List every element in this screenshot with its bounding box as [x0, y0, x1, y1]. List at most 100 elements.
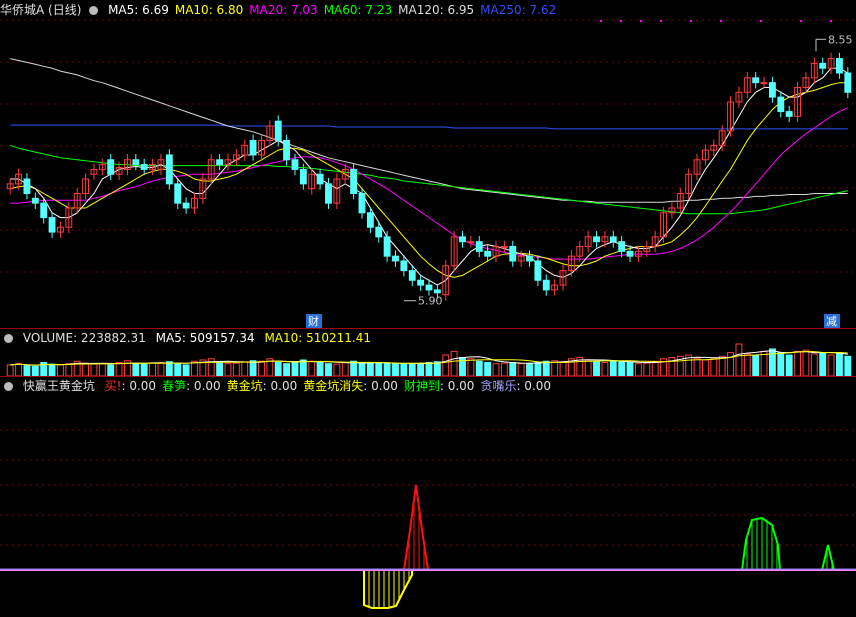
candle-down [40, 202, 48, 219]
stock-chart-canvas: 8.55 5.90 财 减 [0, 19, 856, 609]
volume-bar [777, 352, 785, 377]
candle-down [132, 159, 140, 166]
spring-shoot-area [741, 516, 781, 571]
indicator-item-label: 黄金坑消失 [303, 379, 364, 393]
volume-bar [475, 360, 483, 377]
volume-bar [425, 361, 433, 377]
volume-bar [157, 361, 165, 377]
volume-bar [810, 353, 818, 377]
candle-down [526, 255, 533, 262]
candle-down [140, 164, 148, 170]
volume-bar [258, 360, 265, 377]
candle-down [836, 58, 843, 74]
candle-down [593, 236, 600, 243]
volume-bar [701, 359, 709, 377]
candle-down [768, 82, 776, 98]
indicator-name[interactable]: 快赢王黄金坑 [23, 379, 95, 393]
candle-down [366, 212, 374, 228]
volume-bar [274, 361, 282, 377]
candle-up [760, 82, 768, 85]
ma-label: MA10: 6.80 [174, 3, 244, 17]
volume-bar [509, 361, 517, 377]
volume-bar [626, 361, 634, 377]
settings-circle-icon[interactable] [89, 6, 99, 15]
volume-bar [551, 360, 559, 377]
volume-circle-icon[interactable] [4, 334, 13, 343]
candle-down [534, 260, 542, 281]
signal-dot [600, 20, 602, 22]
signal-dot [800, 20, 802, 22]
candle-down [375, 226, 383, 238]
volume-ma-line [10, 350, 848, 366]
indicator-plot [0, 484, 856, 609]
volume-bar [618, 361, 626, 377]
volume-bar [149, 362, 157, 377]
signal-dot [620, 20, 622, 22]
indicator-item-value: : 0.00 [121, 379, 157, 393]
volume-bar [375, 361, 383, 377]
indicator-item-label: 财神到 [403, 379, 440, 393]
ma5-line [10, 67, 849, 286]
candle-down [417, 279, 425, 286]
volume-bar [484, 361, 492, 377]
candle-down [509, 246, 517, 262]
ma-label: MA20: 7.03 [249, 3, 318, 17]
candle-down [299, 168, 307, 185]
volume-bar [442, 354, 450, 377]
ma-legend: MA5: 6.69 MA10: 6.80 MA20: 7.03 MA60: 7.23 M… [108, 3, 562, 17]
volume-bar [433, 361, 441, 377]
indicator-header: 快赢王黄金坑 买!: 0.00 春笋: 0.00 黄金坑: 0.00 黄金坑消失: 0… [0, 378, 557, 394]
volume-bar [224, 363, 232, 377]
signal-dot [660, 20, 662, 22]
candle-down [433, 289, 441, 294]
candle-up [500, 246, 508, 249]
candle-down [618, 241, 626, 252]
candle-down [484, 250, 492, 257]
indicator-circle-icon[interactable] [4, 382, 13, 391]
indicator-item-label: 贪嘴乐 [480, 379, 517, 393]
volume-bar [584, 359, 592, 377]
candle-down [752, 77, 760, 84]
indicator-item-value: : 0.00 [262, 379, 298, 393]
volume-bar [768, 348, 776, 377]
volume-bar [241, 361, 249, 377]
volume-bar [283, 363, 291, 377]
volume-value: VOLUME: 223882.31 [22, 331, 146, 345]
volume-bar [693, 357, 701, 377]
volume-bar [400, 363, 408, 377]
volume-bar [65, 363, 73, 377]
candle-down [475, 241, 483, 252]
candle-down [383, 236, 391, 257]
volume-bar [316, 361, 324, 377]
volume-bar [350, 360, 358, 377]
candle-up [467, 241, 475, 244]
candle-down [350, 168, 358, 195]
candle-down [392, 255, 399, 262]
volume-bar [517, 363, 525, 377]
candle-down [182, 202, 190, 209]
candle-down [283, 139, 291, 161]
period-label[interactable]: (日线) [48, 3, 81, 17]
candle-down [425, 284, 433, 291]
signal-dot [690, 20, 692, 22]
golden-pit-area [363, 570, 413, 609]
volume-bar [417, 362, 425, 377]
volume-bar [542, 360, 550, 377]
volume-bar [366, 363, 374, 377]
volume-bar [392, 363, 399, 377]
signal-dot [640, 20, 642, 22]
indicator-legend: 买!: 0.00 春笋: 0.00 黄金坑: 0.00 黄金坑消失: 0.00 财神到:… [105, 379, 557, 393]
volume-bar [819, 352, 827, 377]
volume-bar [844, 355, 852, 377]
low-price-label: 5.90 [418, 295, 443, 308]
candle-down [249, 139, 257, 156]
volume-bar [601, 361, 609, 377]
volume-bar [500, 362, 508, 377]
candle-down [844, 72, 852, 93]
indicator-item-value: : 0.00 [439, 379, 475, 393]
stock-name[interactable]: 华侨城A [0, 3, 44, 17]
volume-bar [216, 361, 224, 377]
jian-badge-text: 减 [826, 315, 837, 328]
volume-bar [643, 362, 651, 377]
volume-bar [98, 363, 106, 377]
